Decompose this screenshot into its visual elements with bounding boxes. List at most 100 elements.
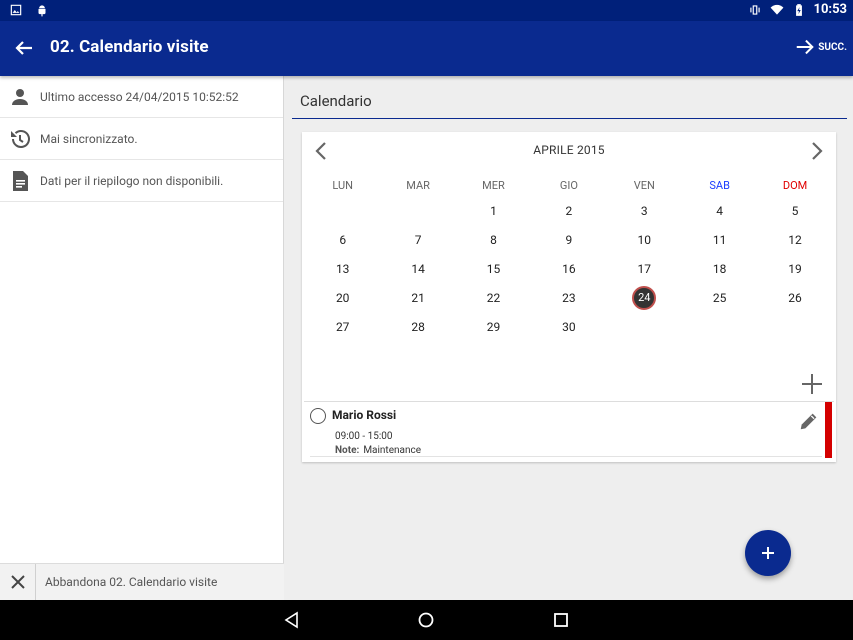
calendar-day[interactable]: 4 [682, 196, 757, 225]
calendar-day[interactable]: 10 [607, 225, 682, 254]
calendar-day-number: 27 [335, 319, 350, 334]
calendar-day[interactable]: 13 [305, 254, 380, 283]
calendar-day-number: 26 [788, 290, 802, 305]
arrow-back-icon[interactable] [12, 36, 36, 60]
calendar-day-number: 19 [788, 261, 802, 276]
calendar-day-empty [682, 312, 757, 341]
event-radio[interactable] [310, 408, 326, 424]
calendar-day-empty [305, 196, 380, 225]
calendar-day[interactable]: 26 [757, 283, 832, 312]
calendar-day[interactable]: 19 [757, 254, 832, 283]
calendar-day-number: 5 [791, 203, 799, 218]
calendar-header: APRILE 2015 [302, 132, 836, 168]
app-bar: 02. Calendario visite SUCC. [0, 21, 853, 76]
calendar-day[interactable]: 18 [682, 254, 757, 283]
calendar-day[interactable]: 5 [757, 196, 832, 225]
next-button[interactable]: SUCC. [794, 36, 847, 58]
battery-icon [795, 3, 802, 16]
calendar-days: 1 2 3 4 5 6 7 8 9 10 11 12 13 14 15 16 17 18 19 20 21 22 23 24 2… [305, 196, 833, 341]
section-title: Calendario [300, 92, 372, 110]
calendar-day-number: 1 [490, 203, 497, 218]
person-icon [12, 88, 28, 105]
calendar-day[interactable]: 29 [456, 312, 531, 341]
document-icon [13, 170, 28, 191]
calendar-week-row: 27 28 29 30 [305, 312, 833, 341]
calendar-day-number: 15 [486, 261, 501, 276]
calendar-day-number: 3 [640, 203, 648, 218]
nav-back-icon[interactable] [282, 610, 302, 630]
calendar-day-number: 10 [637, 232, 652, 247]
chevron-right-icon[interactable] [806, 140, 826, 162]
pencil-icon[interactable] [798, 410, 820, 432]
image-icon [10, 4, 22, 16]
arrow-forward-icon [797, 39, 815, 55]
event-divider [310, 456, 822, 457]
event-note: Note: Maintenance [335, 445, 421, 456]
calendar-day[interactable]: 27 [305, 312, 380, 341]
calendar-day-selected[interactable]: 24 [607, 283, 682, 312]
calendar-week-row: 20 21 22 23 24 25 26 [305, 283, 833, 312]
calendar-week-row: 1 2 3 4 5 [305, 196, 833, 225]
calendar-day[interactable]: 2 [531, 196, 606, 225]
nav-home-icon[interactable] [416, 610, 436, 630]
calendar-day-number: 29 [486, 319, 501, 334]
wifi-icon [770, 4, 783, 15]
calendar-day-number: 8 [490, 232, 497, 247]
calendar-day-number: 2 [565, 203, 573, 218]
calendar-day-number: 12 [788, 232, 802, 247]
calendar-day-empty [380, 196, 455, 225]
calendar-day[interactable]: 9 [531, 225, 606, 254]
calendar-day[interactable]: 16 [531, 254, 606, 283]
vibrate-icon [749, 4, 760, 15]
calendar-day-number: 21 [411, 290, 425, 305]
calendar-day-number: 9 [565, 232, 573, 247]
calendar-day[interactable]: 21 [380, 283, 455, 312]
calendar-day-number: 13 [335, 261, 350, 276]
calendar-day[interactable]: 6 [305, 225, 380, 254]
calendar-day[interactable]: 20 [305, 283, 380, 312]
calendar-month: APRILE 2015 [533, 143, 605, 157]
calendar-day[interactable]: 1 [456, 196, 531, 225]
weekday-sun: DOM [782, 179, 808, 192]
history-icon [11, 129, 30, 148]
calendar-day[interactable]: 17 [607, 254, 682, 283]
calendar-day-number: 18 [712, 261, 727, 276]
add-icon[interactable] [800, 372, 824, 396]
weekday-fri: VEN [633, 179, 655, 192]
calendar-day[interactable]: 25 [682, 283, 757, 312]
weekday-mon: LUN [332, 179, 353, 192]
event-item[interactable]: Mario Rossi 09:00 - 15:00 Note: Maintenan… [304, 401, 834, 459]
calendar-day[interactable]: 30 [531, 312, 606, 341]
weekday-wed: MER [482, 179, 505, 192]
calendar-day[interactable]: 12 [757, 225, 832, 254]
clock: 10:53 [813, 2, 848, 17]
abandon-button[interactable]: Abbandona 02. Calendario visite [0, 563, 284, 601]
calendar-day[interactable]: 11 [682, 225, 757, 254]
calendar-day-number: 24 [632, 285, 657, 310]
calendar-day-empty [607, 312, 682, 341]
calendar-day-number: 14 [411, 261, 425, 276]
nav-recents-icon[interactable] [551, 610, 571, 630]
calendar-day[interactable]: 8 [456, 225, 531, 254]
calendar-day[interactable]: 15 [456, 254, 531, 283]
calendar-day[interactable]: 28 [380, 312, 455, 341]
calendar-day-number: 20 [335, 290, 350, 305]
add-fab-button[interactable] [745, 530, 791, 576]
calendar-day-empty [757, 312, 832, 341]
calendar-day-number: 22 [486, 290, 501, 305]
calendar-day[interactable]: 14 [380, 254, 455, 283]
calendar-day[interactable]: 22 [456, 283, 531, 312]
event-time: 09:00 - 15:00 [335, 431, 393, 442]
status-bar: 10:53 [0, 0, 853, 21]
info-panel: Ultimo accesso 24/04/2015 10:52:52 Mai s… [0, 76, 284, 601]
summary-row: Dati per il riepilogo non disponibili. [0, 160, 283, 202]
calendar-day[interactable]: 7 [380, 225, 455, 254]
last-access-row: Ultimo accesso 24/04/2015 10:52:52 [0, 76, 283, 118]
sync-text: Mai sincronizzato. [40, 131, 138, 146]
calendar-card: APRILE 2015 LUN MAR MER GIO VEN SAB DOM … [302, 132, 836, 462]
calendar-day[interactable]: 3 [607, 196, 682, 225]
calendar-day-number: 6 [339, 232, 347, 247]
calendar-day[interactable]: 23 [531, 283, 606, 312]
calendar-day-number: 30 [562, 319, 576, 334]
sync-row: Mai sincronizzato. [0, 118, 283, 160]
